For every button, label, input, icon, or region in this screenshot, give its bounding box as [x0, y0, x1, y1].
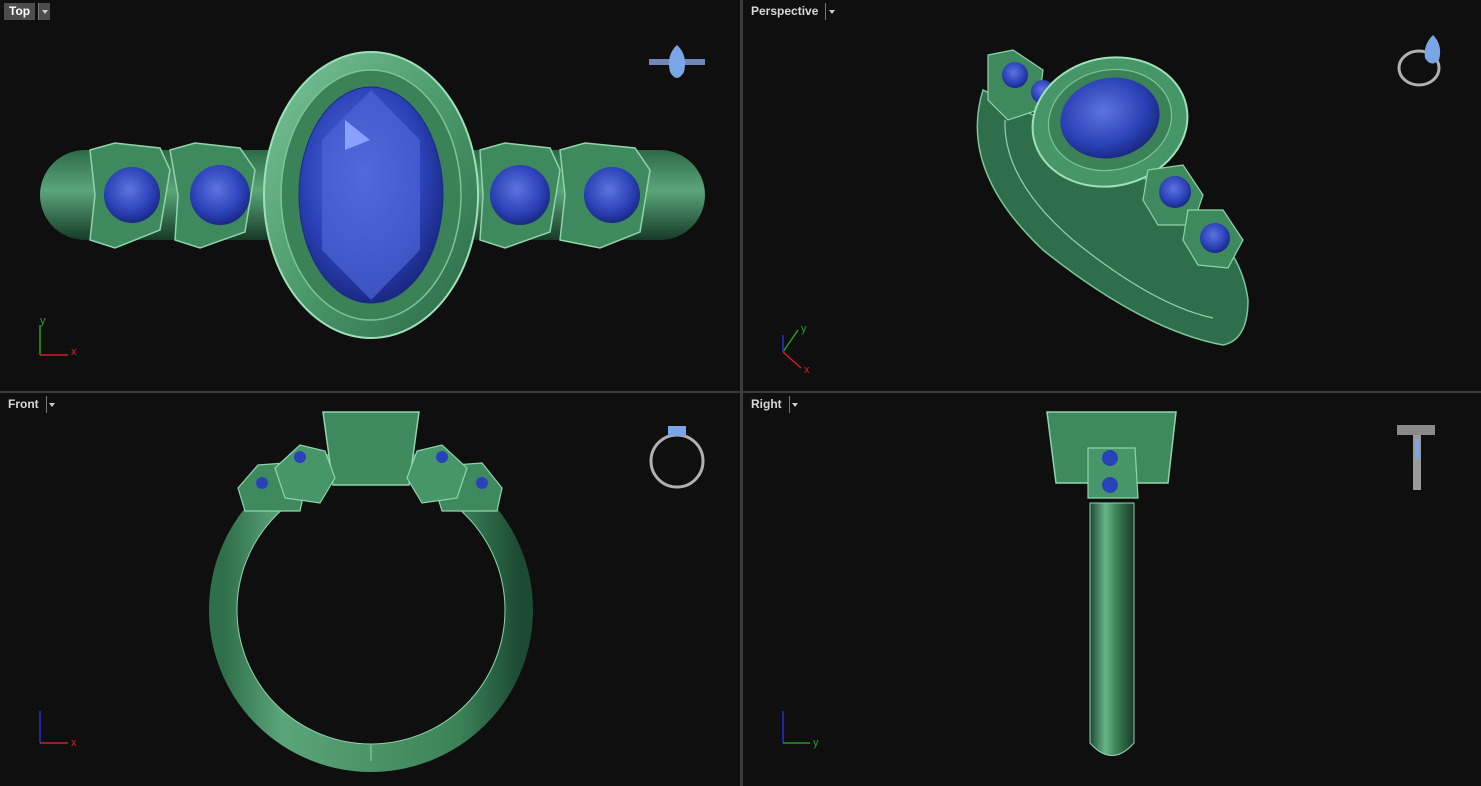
viewport-dropdown-icon[interactable]	[788, 396, 801, 413]
svg-text:y: y	[813, 737, 819, 749]
viewport-grid: y x Top y x Perspective x Front y Right	[0, 0, 1481, 786]
viewport-title-perspective[interactable]: Perspective	[747, 3, 837, 20]
axis-indicator-perspective: y x	[782, 323, 810, 376]
viewport-title-front[interactable]: Front	[4, 396, 58, 413]
viewport-front[interactable]: x Front	[0, 393, 740, 786]
svg-text:x: x	[71, 737, 77, 749]
ring-preview-icon	[1397, 425, 1435, 490]
axis-indicator-right: y	[782, 711, 819, 749]
viewport-title-top[interactable]: Top	[4, 3, 51, 20]
svg-text:y: y	[40, 315, 46, 327]
perspective-view-scene[interactable]: y x	[743, 0, 1481, 391]
viewport-dropdown-icon[interactable]	[45, 396, 58, 413]
side-stones-right	[479, 142, 651, 249]
right-view-scene[interactable]: y	[743, 393, 1481, 786]
svg-text:x: x	[804, 364, 810, 376]
viewport-right[interactable]: y Right	[743, 393, 1481, 786]
viewport-dropdown-icon[interactable]	[38, 3, 51, 20]
top-view-scene[interactable]: y x	[0, 0, 740, 391]
viewport-title-right[interactable]: Right	[747, 396, 801, 413]
svg-text:x: x	[71, 346, 77, 358]
ring-preview-icon	[649, 45, 705, 78]
viewport-top[interactable]: y x Top	[0, 0, 740, 391]
viewport-dropdown-icon[interactable]	[825, 3, 837, 20]
ring-preview-icon	[1397, 35, 1441, 87]
axis-indicator-front: x	[39, 711, 77, 749]
viewport-perspective[interactable]: y x Perspective	[743, 0, 1481, 391]
ring-shank-right	[1089, 502, 1135, 756]
ring-preview-icon	[649, 426, 705, 489]
center-bezel-front	[322, 411, 420, 486]
svg-text:y: y	[801, 323, 807, 335]
side-stones-right-view	[1087, 447, 1139, 499]
axis-indicator-top: y x	[39, 315, 77, 358]
front-view-scene[interactable]: x	[0, 393, 740, 786]
